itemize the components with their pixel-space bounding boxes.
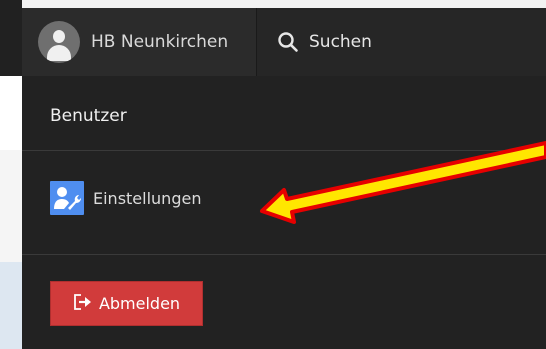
- user-dropdown-panel: Benutzer Einstellungen Abmelden: [22, 76, 546, 349]
- user-menu-toggle[interactable]: HB Neunkirchen: [22, 8, 257, 76]
- page-highlight-row: [0, 262, 22, 349]
- sign-out-icon: [73, 293, 93, 315]
- divider: [22, 150, 546, 151]
- settings-menu-item[interactable]: Einstellungen: [50, 180, 201, 216]
- top-navbar: HB Neunkirchen Suchen: [22, 8, 546, 76]
- search-icon: [277, 31, 299, 53]
- page-content-area: [0, 76, 22, 150]
- page-content-area-lower: [0, 150, 22, 262]
- divider: [22, 254, 546, 255]
- page-background: [0, 0, 22, 349]
- user-name: HB Neunkirchen: [91, 32, 229, 52]
- logout-button[interactable]: Abmelden: [50, 281, 203, 326]
- page-top-bar: [0, 0, 22, 76]
- section-title-user: Benutzer: [50, 106, 127, 126]
- search-button[interactable]: Suchen: [277, 8, 372, 76]
- settings-label: Einstellungen: [93, 188, 202, 208]
- user-settings-icon: [50, 181, 84, 215]
- user-avatar-icon: [38, 21, 80, 63]
- search-label: Suchen: [309, 32, 372, 52]
- logout-label: Abmelden: [98, 294, 181, 313]
